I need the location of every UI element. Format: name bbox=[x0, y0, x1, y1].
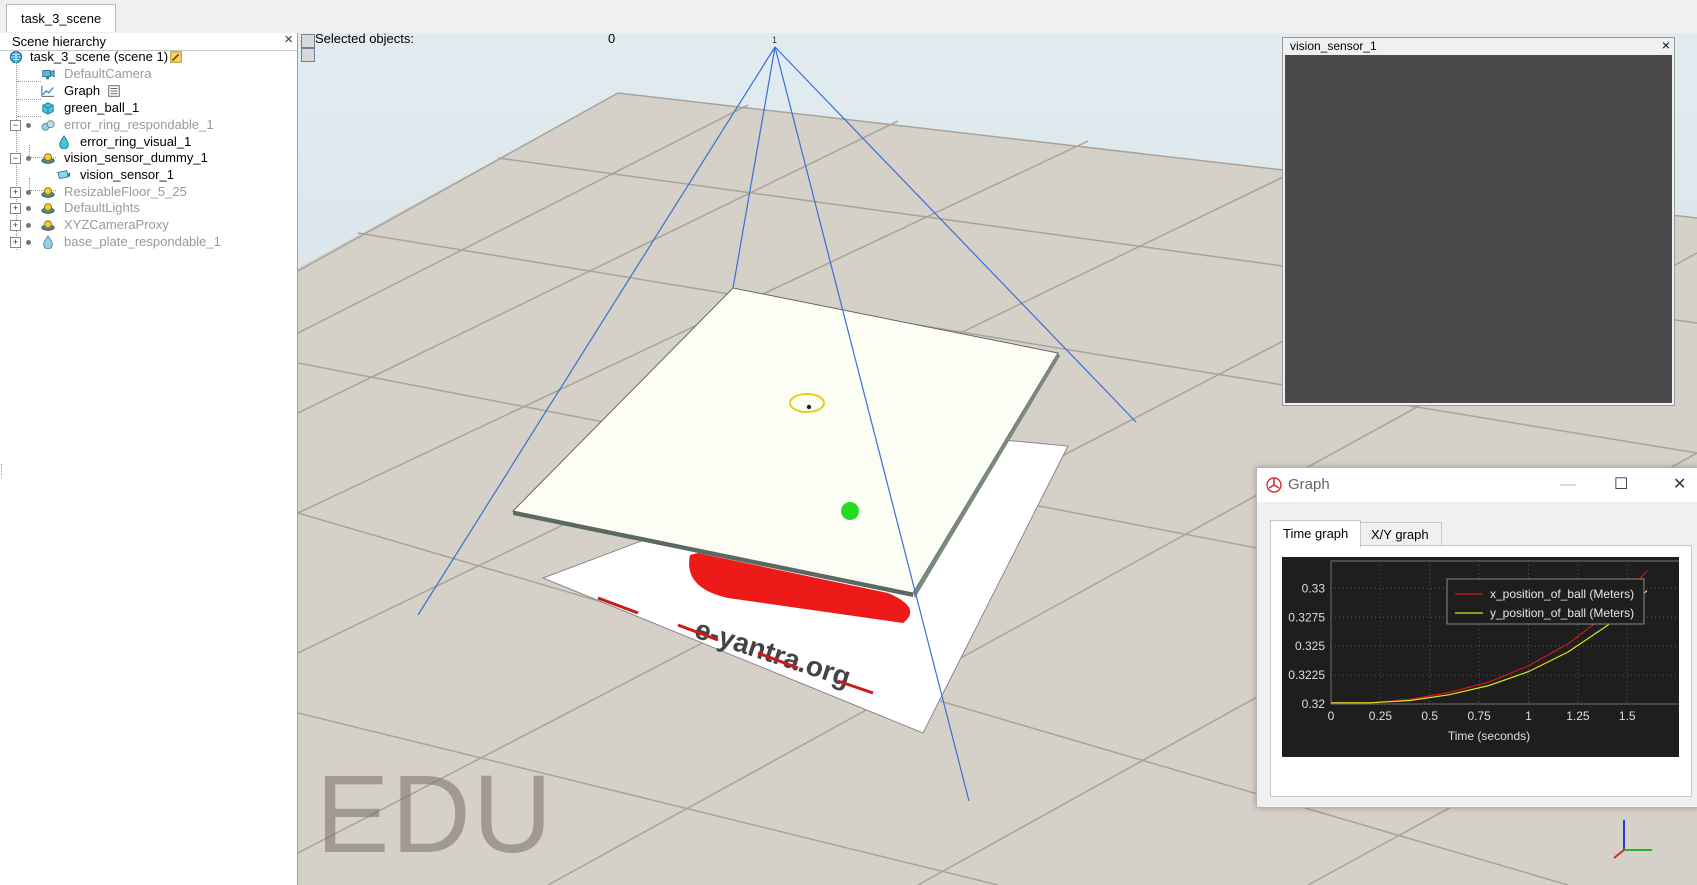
selected-objects-label: Selected objects: bbox=[315, 31, 415, 46]
tree-connector bbox=[17, 81, 41, 82]
tree-item-label: base_plate_respondable_1 bbox=[64, 234, 221, 249]
collapse-icon[interactable]: − bbox=[10, 153, 21, 164]
tree-item-scene[interactable]: task_3_scene (scene 1) bbox=[8, 48, 288, 66]
tree-item-xyz-camera-proxy[interactable]: + XYZCameraProxy bbox=[10, 216, 280, 234]
vision-sensor-icon bbox=[57, 170, 71, 180]
x-tick-label: 1.5 bbox=[1619, 709, 1636, 723]
bullet-icon bbox=[26, 223, 31, 228]
dummy-icon bbox=[41, 153, 55, 164]
expand-icon[interactable]: + bbox=[10, 237, 21, 248]
scene-tab-bar: task_3_scene bbox=[0, 0, 1697, 34]
tree-item-vision-sensor[interactable]: vision_sensor_1 bbox=[56, 166, 286, 184]
expand-icon[interactable]: + bbox=[10, 220, 21, 231]
tree-item-label: Graph bbox=[64, 83, 101, 98]
y-tick-label: 0.32 bbox=[1302, 697, 1326, 711]
tree-item-label: vision_sensor_dummy_1 bbox=[64, 150, 208, 165]
axes-orientation-indicator bbox=[1613, 820, 1652, 859]
close-icon[interactable]: ✕ bbox=[1673, 468, 1686, 502]
minimize-icon[interactable]: — bbox=[1560, 468, 1576, 502]
x-axis-label: Time (seconds) bbox=[1448, 729, 1530, 743]
vision-sensor-view[interactable]: vision_sensor_1 × bbox=[1282, 37, 1675, 406]
tree-item-green-ball[interactable]: green_ball_1 bbox=[40, 99, 280, 117]
bullet-icon bbox=[26, 156, 31, 161]
tree-item-error-ring-respondable[interactable]: − error_ring_respondable_1 bbox=[10, 116, 280, 134]
selected-objects-count: 0 bbox=[608, 31, 616, 46]
coppelia-logo-icon bbox=[1266, 477, 1282, 493]
y-tick-label: 0.3225 bbox=[1288, 668, 1325, 682]
y-tick-label: 0.3275 bbox=[1288, 610, 1325, 624]
tree-item-label: vision_sensor_1 bbox=[80, 167, 174, 182]
vision-sensor-close-icon[interactable]: × bbox=[1662, 37, 1670, 53]
shape-icon bbox=[42, 102, 54, 115]
expand-icon[interactable]: + bbox=[10, 187, 21, 198]
shape-multi-icon bbox=[41, 120, 55, 131]
x-tick-label: 0.25 bbox=[1369, 709, 1393, 723]
vision-sensor-view-title: vision_sensor_1 bbox=[1290, 39, 1377, 53]
tab-scene[interactable]: task_3_scene bbox=[6, 4, 117, 32]
shape-drop-icon bbox=[43, 235, 53, 249]
y-tick-label: 0.325 bbox=[1295, 639, 1325, 653]
tree-item-label: DefaultCamera bbox=[64, 66, 152, 81]
tree-item-label: task_3_scene (scene 1) bbox=[30, 49, 169, 64]
bullet-icon bbox=[26, 240, 31, 245]
model-icon bbox=[41, 203, 55, 214]
viewport-collapse-icon[interactable] bbox=[301, 34, 315, 48]
y-tick-label: 0.33 bbox=[1302, 581, 1326, 595]
tree-item-default-camera[interactable]: DefaultCamera bbox=[40, 65, 280, 83]
tree-item-default-lights[interactable]: + DefaultLights bbox=[10, 199, 280, 217]
camera-icon bbox=[42, 69, 55, 80]
model-icon bbox=[41, 187, 55, 198]
tree-item-label: green_ball_1 bbox=[64, 100, 140, 115]
panel-splitter[interactable] bbox=[1, 464, 5, 478]
edu-watermark: EDU bbox=[316, 753, 555, 876]
bullet-icon bbox=[26, 206, 31, 211]
legend-label: y_position_of_ball (Meters) bbox=[1490, 606, 1634, 620]
x-tick-label: 1.25 bbox=[1566, 709, 1590, 723]
collapse-icon[interactable]: − bbox=[10, 120, 21, 131]
x-tick-label: 1 bbox=[1525, 709, 1532, 723]
ring-center-dot bbox=[806, 404, 812, 410]
sensor-tag: 1 bbox=[772, 35, 777, 45]
tree-item-label: DefaultLights bbox=[64, 200, 140, 215]
viewport-toggle-icon[interactable] bbox=[301, 48, 315, 62]
green-ball bbox=[841, 502, 859, 520]
hierarchy-close-icon[interactable]: × bbox=[284, 31, 293, 48]
shape-drop-icon bbox=[59, 135, 69, 149]
scene-settings-icon[interactable] bbox=[168, 50, 184, 64]
tab-time-graph[interactable]: Time graph bbox=[1270, 520, 1362, 548]
maximize-icon[interactable]: ☐ bbox=[1614, 468, 1628, 502]
graph-window[interactable]: Graph — ☐ ✕ Time graph X/Y graph 0 0.25 0.… bbox=[1256, 467, 1697, 808]
tree-connector bbox=[17, 99, 41, 100]
graph-icon bbox=[41, 85, 55, 97]
time-graph-plot[interactable]: 0 0.25 0.5 0.75 1 1.25 1.5 0.32 0.3225 0.325 0.327… bbox=[1282, 557, 1679, 757]
tree-item-vision-sensor-dummy[interactable]: − vision_sensor_dummy_1 bbox=[10, 149, 280, 167]
graph-window-title: Graph bbox=[1288, 476, 1330, 493]
graph-panel: 0 0.25 0.5 0.75 1 1.25 1.5 0.32 0.3225 0.325 0.327… bbox=[1270, 545, 1692, 797]
bullet-icon bbox=[26, 123, 31, 128]
x-tick-label: 0 bbox=[1328, 709, 1335, 723]
bullet-icon bbox=[26, 190, 31, 195]
graph-titlebar[interactable]: Graph — ☐ ✕ bbox=[1257, 468, 1697, 502]
tree-item-graph[interactable]: Graph bbox=[40, 82, 280, 100]
x-tick-label: 0.75 bbox=[1467, 709, 1491, 723]
scene-hierarchy-panel: Scene hierarchy × task_3_scene (scene 1)… bbox=[0, 31, 298, 885]
vision-sensor-image bbox=[1285, 55, 1672, 403]
x-tick-label: 0.5 bbox=[1421, 709, 1438, 723]
expand-icon[interactable]: + bbox=[10, 203, 21, 214]
graph-properties-icon[interactable] bbox=[106, 84, 122, 98]
tree-item-label: XYZCameraProxy bbox=[64, 217, 169, 232]
legend-label: x_position_of_ball (Meters) bbox=[1490, 587, 1634, 601]
tree-item-base-plate-respondable[interactable]: + base_plate_respondable_1 bbox=[10, 233, 280, 251]
tree-item-label: error_ring_respondable_1 bbox=[64, 117, 214, 132]
model-icon bbox=[41, 220, 55, 231]
scene-globe-icon bbox=[9, 50, 23, 64]
